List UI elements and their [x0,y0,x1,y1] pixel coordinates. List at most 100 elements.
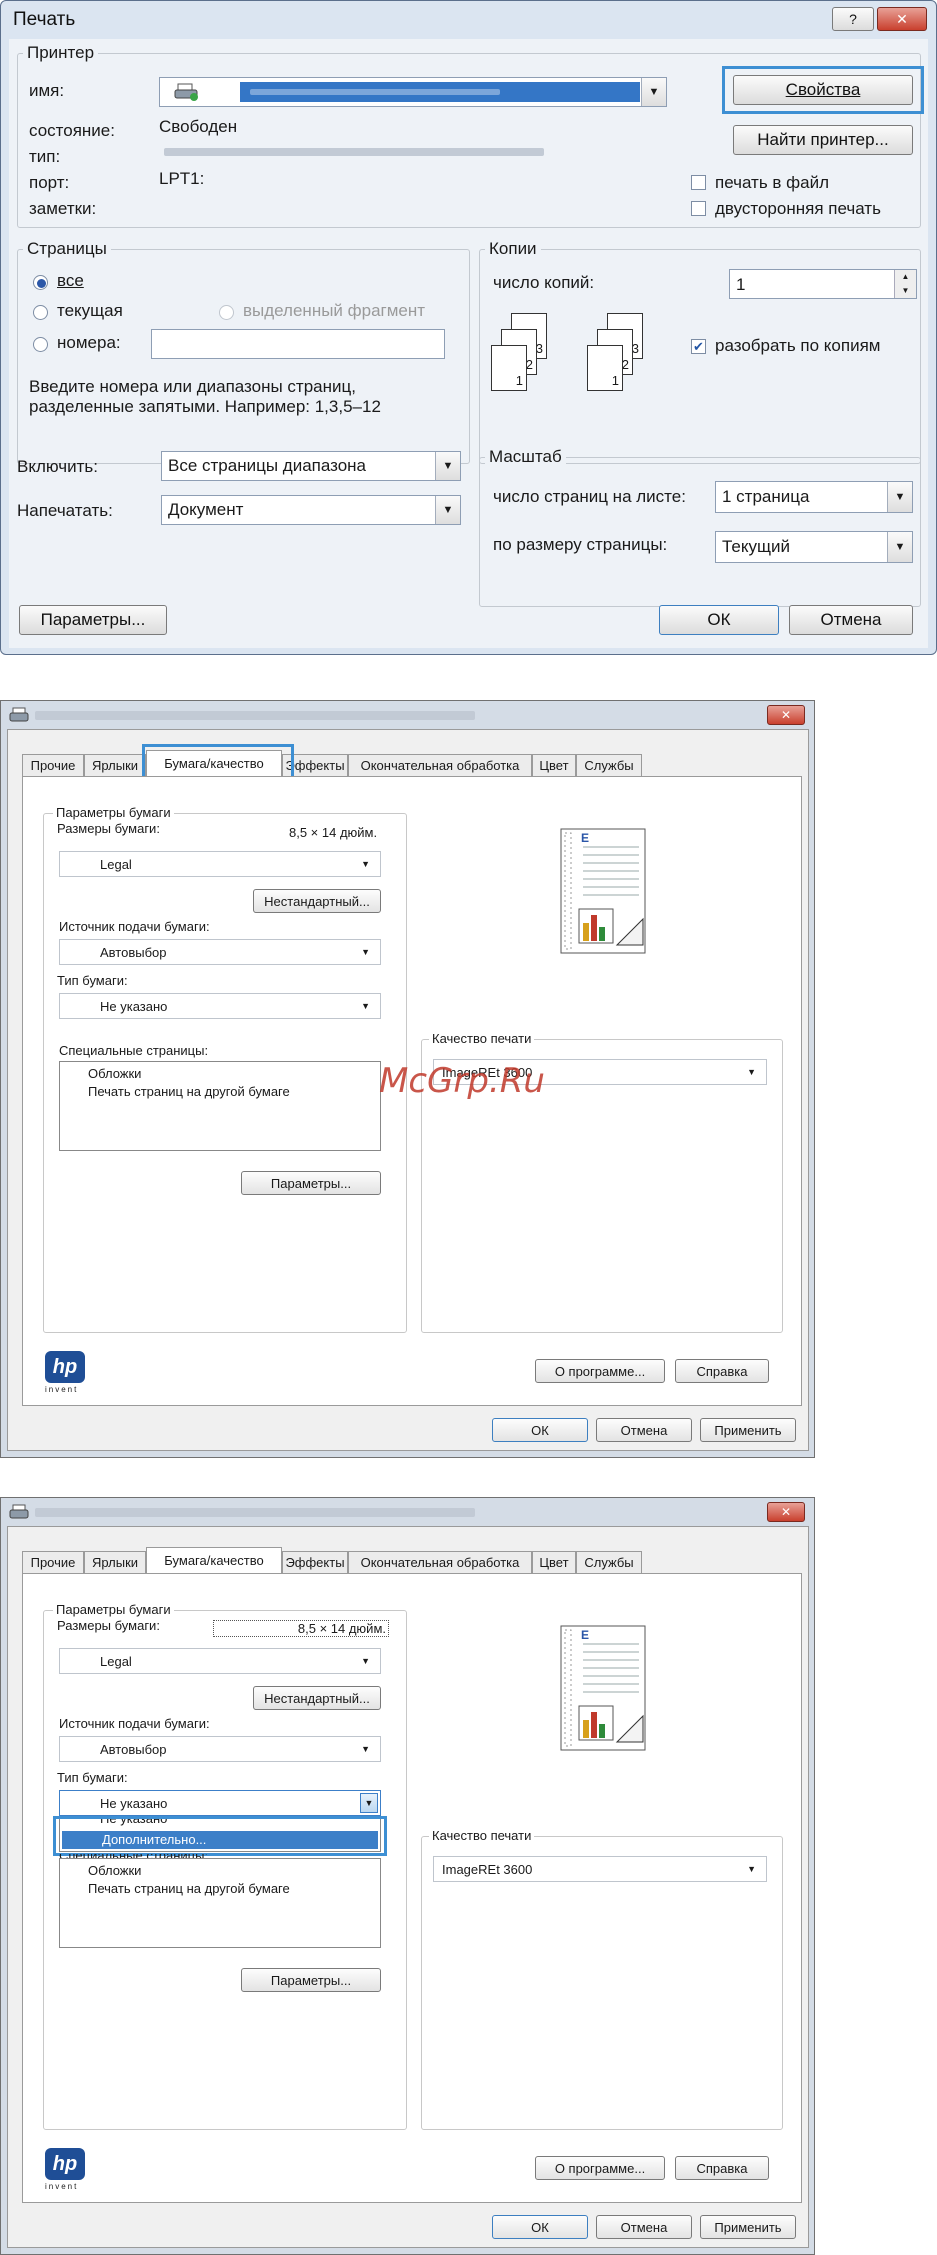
duplex-checkbox[interactable] [691,201,706,216]
special-pages-list[interactable]: Обложки Печать страниц на другой бумаге [59,1858,381,1948]
special-params-button[interactable]: Параметры... [241,1171,381,1195]
paper-type-combo[interactable]: Не указано ▼ [59,1790,381,1816]
list-item[interactable]: Печать страниц на другой бумаге [88,1881,290,1896]
apply-button[interactable]: Применить [700,1418,796,1442]
tab-shortcuts[interactable]: Ярлыки [84,754,146,776]
tab-services[interactable]: Службы [576,754,642,776]
source-combo[interactable]: Автовыбор ▼ [59,1736,381,1762]
print-to-file-checkbox[interactable] [691,175,706,190]
radio-all-label: все [57,271,84,290]
tab-finishing[interactable]: Окончательная обработка [348,754,532,776]
radio-selection[interactable] [219,305,234,320]
about-button[interactable]: О программе... [535,2156,665,2180]
chevron-down-icon[interactable]: ▼ [435,452,460,480]
include-label: Включить: [17,457,98,476]
chevron-down-icon[interactable]: ▼ [887,532,912,562]
copies-label: число копий: [493,273,595,292]
special-pages-list[interactable]: Обложки Печать страниц на другой бумаге [59,1061,381,1151]
close-button[interactable]: ✕ [877,7,927,31]
chevron-down-icon: ▼ [361,1744,370,1754]
scale-value: Текущий [722,537,790,556]
help-button[interactable]: Справка [675,1359,769,1383]
tab-color[interactable]: Цвет [532,1551,576,1573]
spin-up-icon[interactable]: ▲ [894,270,916,284]
chevron-down-icon[interactable]: ▼ [887,482,912,512]
preview-letter: E [581,1628,590,1642]
paper-size-dims: 8,5 × 14 дюйм. [289,825,378,840]
properties-client: Прочие Ярлыки Бумага/качество Эффекты Ок… [7,1526,809,2248]
close-button[interactable]: ✕ [767,705,805,725]
include-combo[interactable]: Все страницы диапазона ▼ [161,451,461,481]
status-label: состояние: [29,121,115,140]
chevron-down-icon: ▼ [361,1656,370,1666]
chevron-down-icon[interactable]: ▼ [641,78,666,106]
tab-color[interactable]: Цвет [532,754,576,776]
collate-checkbox[interactable]: ✔ [691,339,706,354]
print-what-combo[interactable]: Документ ▼ [161,495,461,525]
printer-group-label: Принтер [23,43,99,63]
properties-client: Прочие Ярлыки Бумага/качество Эффекты Ок… [7,729,809,1451]
cancel-button[interactable]: Отмена [596,2215,692,2239]
tab-other[interactable]: Прочие [22,1551,84,1573]
quality-combo[interactable]: ImageREt 3600 ▼ [433,1856,767,1882]
dropdown-highlight [53,1816,387,1856]
find-printer-button[interactable]: Найти принтер... [733,125,913,155]
custom-size-button[interactable]: Нестандартный... [253,889,381,913]
radio-pages[interactable] [33,337,48,352]
properties-button[interactable]: Свойства [733,75,913,105]
chevron-down-icon[interactable]: ▼ [435,496,460,524]
type-label: тип: [29,147,61,166]
cancel-button[interactable]: Отмена [596,1418,692,1442]
chevron-down-icon: ▼ [747,1864,756,1874]
hp-logo: hp invent [45,1351,89,1395]
pages-per-sheet-combo[interactable]: 1 страница ▼ [715,481,913,513]
scale-combo[interactable]: Текущий ▼ [715,531,913,563]
tab-other[interactable]: Прочие [22,754,84,776]
apply-button[interactable]: Применить [700,2215,796,2239]
ok-button[interactable]: ОК [492,1418,588,1442]
paper-type-value: Не указано [100,1795,168,1811]
paper-size-combo[interactable]: Legal ▼ [59,1648,381,1674]
custom-size-button[interactable]: Нестандартный... [253,1686,381,1710]
page-numbers-input[interactable] [151,329,445,359]
watermark: McGrp.Ru [379,1061,545,1101]
ok-button[interactable]: ОК [659,605,779,635]
special-params-button[interactable]: Параметры... [241,1968,381,1992]
include-value: Все страницы диапазона [168,456,367,475]
radio-all[interactable] [33,275,48,290]
paper-type-combo[interactable]: Не указано ▼ [59,993,381,1019]
tab-strip: Прочие Ярлыки Бумага/качество Эффекты Ок… [22,1547,802,1573]
hp-logo: hp invent [45,2148,89,2192]
notes-label: заметки: [29,199,97,218]
list-item[interactable]: Обложки [88,1863,141,1878]
tab-paper-quality[interactable]: Бумага/качество [146,1547,282,1573]
cancel-button[interactable]: Отмена [789,605,913,635]
printer-name-combo[interactable]: ▼ [159,77,667,107]
ok-button[interactable]: ОК [492,2215,588,2239]
tab-finishing[interactable]: Окончательная обработка [348,1551,532,1573]
list-item[interactable]: Обложки [88,1066,141,1081]
spin-down-icon[interactable]: ▼ [894,284,916,298]
radio-current[interactable] [33,305,48,320]
properties-dialog-2: ✕ Прочие Ярлыки Бумага/качество Эффекты … [0,1497,815,2255]
print-what-label: Напечатать: [17,501,113,520]
help-button[interactable]: ? [832,7,874,31]
about-button[interactable]: О программе... [535,1359,665,1383]
page-preview-icon: E [553,1624,653,1754]
chevron-down-icon: ▼ [361,1001,370,1011]
options-button[interactable]: Параметры... [19,605,167,635]
paper-size-combo[interactable]: Legal ▼ [59,851,381,877]
tab-effects[interactable]: Эффекты [282,1551,348,1573]
source-combo[interactable]: Автовыбор ▼ [59,939,381,965]
list-item[interactable]: Печать страниц на другой бумаге [88,1084,290,1099]
chevron-down-icon[interactable]: ▼ [360,1793,378,1813]
tab-shortcuts[interactable]: Ярлыки [84,1551,146,1573]
source-label: Источник подачи бумаги: [59,919,210,934]
printer-icon [9,707,29,723]
copies-spinner[interactable]: 1 ▲ ▼ [729,269,917,299]
collate-stack-2: 3 2 1 [585,309,655,399]
paper-group-label: Параметры бумаги [53,1602,174,1617]
tab-services[interactable]: Службы [576,1551,642,1573]
help-button[interactable]: Справка [675,2156,769,2180]
close-button[interactable]: ✕ [767,1502,805,1522]
